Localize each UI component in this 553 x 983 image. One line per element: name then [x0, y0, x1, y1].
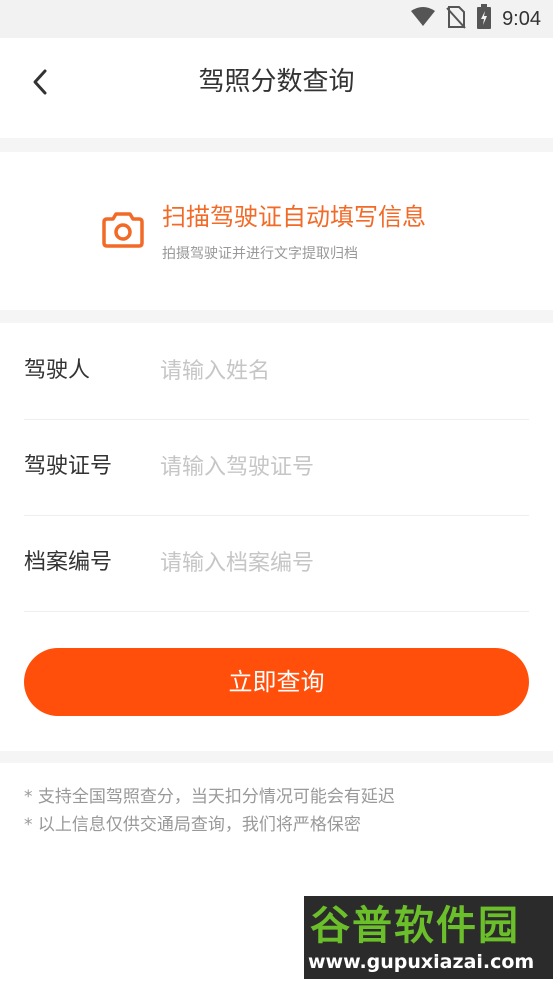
form-row-file: 档案编号 — [24, 515, 529, 612]
status-bar: 9:04 — [0, 0, 553, 38]
wifi-icon — [410, 7, 436, 31]
license-number-input[interactable] — [160, 445, 520, 489]
notes: * 支持全国驾照查分，当天扣分情况可能会有延迟 * 以上信息仅供交通局查询，我们… — [24, 783, 534, 839]
driver-name-input[interactable] — [160, 349, 520, 393]
camera-icon — [102, 210, 144, 248]
note-item: * 支持全国驾照查分，当天扣分情况可能会有延迟 — [24, 787, 395, 807]
file-number-label: 档案编号 — [24, 550, 113, 575]
nav-bar: 驾照分数查询 — [0, 38, 553, 138]
section-divider — [0, 751, 553, 763]
note-item: * 以上信息仅供交通局查询，我们将严格保密 — [24, 815, 361, 835]
scan-license-card[interactable]: 扫描驾驶证自动填写信息 拍摄驾驶证并进行文字提取归档 — [0, 152, 553, 310]
watermark: 谷普软件园 www.gupuxiazai.com — [304, 896, 553, 979]
no-sim-icon — [446, 5, 466, 33]
scan-subtitle: 拍摄驾驶证并进行文字提取归档 — [162, 246, 358, 262]
section-divider — [0, 310, 553, 323]
section-divider — [0, 138, 553, 152]
status-time: 9:04 — [502, 7, 541, 30]
query-form: 驾驶人 驾驶证号 档案编号 立即查询 — [0, 323, 553, 751]
battery-charging-icon — [476, 4, 492, 34]
form-row-license: 驾驶证号 — [24, 419, 529, 516]
page-title: 驾照分数查询 — [198, 67, 355, 97]
watermark-title: 谷普软件园 — [310, 903, 520, 949]
driver-label: 驾驶人 — [24, 358, 91, 383]
scan-title: 扫描驾驶证自动填写信息 — [162, 203, 426, 231]
status-icons: 9:04 — [410, 4, 541, 34]
watermark-url: www.gupuxiazai.com — [308, 951, 535, 973]
license-number-label: 驾驶证号 — [24, 454, 113, 479]
file-number-input[interactable] — [160, 541, 520, 585]
form-row-driver: 驾驶人 — [24, 323, 529, 420]
query-button[interactable]: 立即查询 — [24, 648, 529, 716]
